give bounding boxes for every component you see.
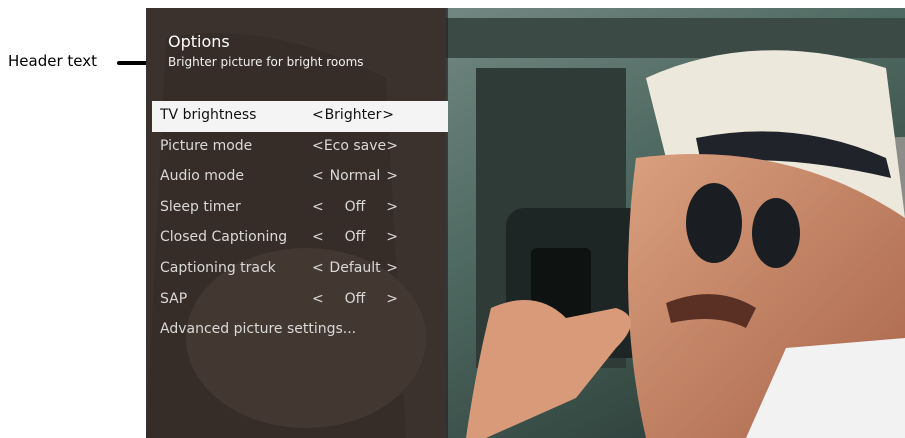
left-arrow-icon[interactable]: <: [312, 199, 324, 215]
menu-item-value-selector[interactable]: < Normal >: [312, 168, 398, 184]
menu-item-value-selector[interactable]: < Brighter >: [312, 107, 394, 123]
right-arrow-icon[interactable]: >: [386, 229, 398, 245]
menu-item-value: Normal: [329, 168, 381, 185]
menu-item-label: TV brightness: [160, 107, 257, 123]
menu-item-value-selector[interactable]: < Off >: [312, 199, 398, 215]
options-panel: Options Brighter picture for bright room…: [146, 8, 448, 438]
right-arrow-icon[interactable]: >: [386, 168, 398, 184]
right-arrow-icon[interactable]: >: [386, 199, 398, 215]
options-menu: TV brightness < Brighter > Picture mode …: [152, 101, 448, 346]
left-arrow-icon[interactable]: <: [312, 260, 324, 276]
menu-item-value: Off: [344, 290, 366, 307]
options-header-text: Brighter picture for bright rooms: [168, 55, 364, 69]
menu-item-label: Sleep timer: [160, 198, 241, 215]
options-title: Options: [168, 32, 230, 51]
left-arrow-icon[interactable]: <: [312, 291, 324, 307]
menu-item-tv-brightness[interactable]: TV brightness < Brighter >: [152, 101, 448, 132]
menu-item-audio-mode[interactable]: Audio mode < Normal >: [152, 162, 448, 193]
right-arrow-icon[interactable]: >: [386, 291, 398, 307]
tv-screen: Options Brighter picture for bright room…: [146, 8, 905, 438]
menu-item-label: Closed Captioning: [160, 229, 288, 246]
menu-item-sap[interactable]: SAP < Off >: [152, 285, 448, 316]
menu-item-sleep-timer[interactable]: Sleep timer < Off >: [152, 193, 448, 224]
menu-item-value-selector[interactable]: < Default >: [312, 260, 398, 276]
menu-item-label: Picture mode: [160, 137, 253, 154]
menu-item-value-selector[interactable]: < Eco save >: [312, 138, 398, 154]
menu-item-advanced-picture-settings[interactable]: Advanced picture settings...: [152, 315, 448, 346]
left-arrow-icon[interactable]: <: [312, 107, 324, 123]
right-arrow-icon[interactable]: >: [386, 260, 398, 276]
left-arrow-icon[interactable]: <: [312, 138, 324, 154]
left-arrow-icon[interactable]: <: [312, 229, 324, 245]
menu-item-value: Off: [344, 198, 366, 215]
menu-item-value: Brighter: [324, 107, 382, 123]
right-arrow-icon[interactable]: >: [382, 107, 394, 123]
menu-item-label: Captioning track: [160, 259, 276, 276]
menu-item-label: SAP: [160, 290, 188, 307]
menu-item-value: Off: [344, 229, 366, 246]
callout-label: Header text: [8, 52, 97, 70]
right-arrow-icon[interactable]: >: [386, 138, 398, 154]
menu-item-value-selector[interactable]: < Off >: [312, 229, 398, 245]
menu-item-value: Eco save: [323, 137, 387, 154]
left-arrow-icon[interactable]: <: [312, 168, 324, 184]
menu-item-captioning-track[interactable]: Captioning track < Default >: [152, 254, 448, 285]
menu-item-picture-mode[interactable]: Picture mode < Eco save >: [152, 132, 448, 163]
menu-item-label: Advanced picture settings...: [160, 321, 357, 338]
menu-item-value: Default: [329, 259, 381, 276]
menu-item-label: Audio mode: [160, 168, 244, 185]
menu-item-closed-captioning[interactable]: Closed Captioning < Off >: [152, 223, 448, 254]
menu-item-value-selector[interactable]: < Off >: [312, 291, 398, 307]
